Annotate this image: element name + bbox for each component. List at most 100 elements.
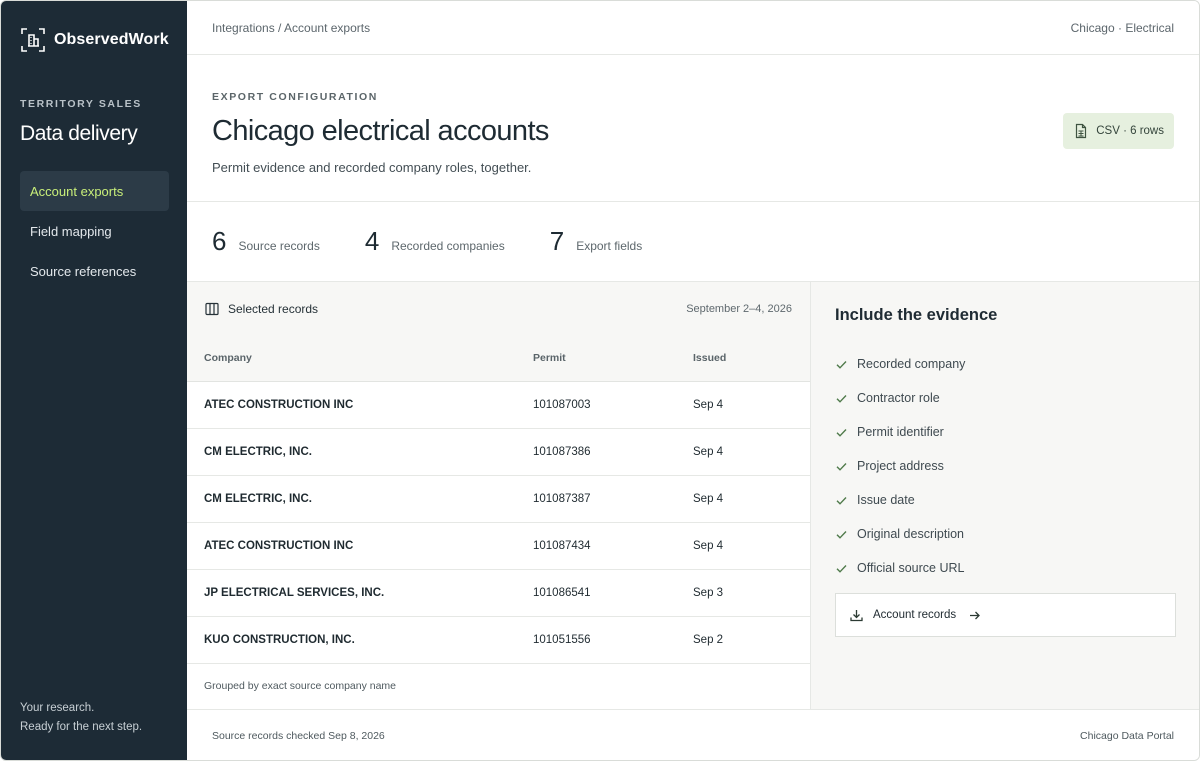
- evidence-item-label: Official source URL: [857, 561, 965, 575]
- source-checked-note: Source records checked Sep 8, 2026: [212, 730, 385, 742]
- evidence-item: Official source URL: [835, 551, 965, 585]
- records-header: Selected records September 2–4, 2026: [187, 282, 810, 335]
- footer-bar: Source records checked Sep 8, 2026 Chica…: [187, 710, 1199, 760]
- evidence-title: Include the evidence: [835, 306, 998, 324]
- sidebar-eyebrow: TERRITORY SALES: [20, 98, 142, 110]
- page-title: Chicago electrical accounts: [212, 115, 549, 147]
- app-window: ObservedWork TERRITORY SALES Data delive…: [0, 0, 1200, 761]
- stat-value: 4: [364, 226, 380, 256]
- evidence-item: Contractor role: [835, 381, 965, 415]
- check-icon: [836, 564, 847, 573]
- check-icon: [836, 394, 847, 403]
- sidebar: ObservedWork TERRITORY SALES Data delive…: [1, 1, 187, 760]
- csv-file-icon: [1076, 123, 1087, 139]
- cell-permit: 101087434: [533, 522, 693, 570]
- stat-recorded-companies: 4 Recorded companies: [365, 226, 505, 257]
- evidence-item: Recorded company: [835, 347, 965, 381]
- cell-permit: 101087387: [533, 475, 693, 523]
- table-row[interactable]: ATEC CONSTRUCTION INC 101087434 Sep 4: [187, 522, 810, 570]
- records-title: Selected records: [228, 301, 319, 316]
- evidence-panel: Include the evidence Recorded company Con…: [811, 282, 1199, 710]
- column-header-issued[interactable]: Issued: [693, 335, 810, 382]
- building-scan-icon: [21, 28, 45, 52]
- table-row[interactable]: CM ELECTRIC, INC. 101087387 Sep 4: [187, 475, 810, 523]
- records-table: Company Permit Issued ATEC CONSTRUCTION …: [187, 335, 810, 664]
- sidebar-nav: Account exports Field mapping Source ref…: [20, 171, 169, 291]
- evidence-item-label: Recorded company: [857, 357, 966, 371]
- sidebar-item-account-exports[interactable]: Account exports: [20, 171, 169, 211]
- evidence-item-label: Contractor role: [857, 391, 940, 405]
- cell-company: CM ELECTRIC, INC.: [187, 428, 533, 476]
- check-icon: [836, 462, 847, 471]
- arrow-right-icon: [970, 611, 981, 619]
- cell-permit: 101051556: [533, 616, 693, 664]
- evidence-item-label: Project address: [857, 459, 944, 473]
- page-header: EXPORT CONFIGURATION Chicago electrical …: [212, 91, 549, 175]
- cell-issued: Sep 4: [693, 381, 810, 429]
- sidebar-item-source-references[interactable]: Source references: [20, 251, 169, 291]
- selected-records-panel: Selected records September 2–4, 2026 Com…: [187, 282, 811, 710]
- cell-issued: Sep 4: [693, 428, 810, 476]
- column-header-company[interactable]: Company: [187, 335, 533, 382]
- stat-export-fields: 7 Export fields: [550, 226, 643, 257]
- breadcrumb[interactable]: Integrations / Account exports: [212, 21, 370, 35]
- columns-icon: [205, 302, 219, 315]
- sidebar-footer-line2: Ready for the next step.: [20, 721, 143, 733]
- page-subtitle: Permit evidence and recorded company rol…: [212, 160, 532, 175]
- evidence-item: Project address: [835, 449, 965, 483]
- evidence-item-label: Issue date: [857, 493, 915, 507]
- sidebar-title: Data delivery: [20, 122, 138, 145]
- cell-issued: Sep 4: [693, 475, 810, 523]
- cell-permit: 101087003: [533, 381, 693, 429]
- topbar: Integrations / Account exports Chicago ·…: [187, 1, 1199, 55]
- evidence-item: Original description: [835, 517, 965, 551]
- evidence-list: Recorded company Contractor role Permit id…: [835, 347, 965, 585]
- evidence-item-label: Original description: [857, 527, 964, 541]
- check-icon: [836, 428, 847, 437]
- sidebar-footer-line1: Your research.: [20, 702, 95, 714]
- main-content: Integrations / Account exports Chicago ·…: [187, 1, 1199, 760]
- evidence-item-label: Permit identifier: [857, 425, 944, 439]
- stat-source-records: 6 Source records: [212, 226, 320, 257]
- stats-bar: 6 Source records 4 Recorded companies 7 …: [187, 201, 1199, 282]
- brand-name: ObservedWork: [54, 31, 169, 48]
- data-source-label: Chicago Data Portal: [1080, 730, 1174, 742]
- evidence-item: Issue date: [835, 483, 965, 517]
- cell-company: CM ELECTRIC, INC.: [187, 475, 533, 523]
- cell-issued: Sep 4: [693, 522, 810, 570]
- page-eyebrow: EXPORT CONFIGURATION: [212, 91, 378, 103]
- sidebar-item-field-mapping[interactable]: Field mapping: [20, 211, 169, 251]
- stat-label: Source records: [238, 239, 320, 253]
- account-records-download-button[interactable]: Account records: [835, 593, 1176, 637]
- cell-permit: 101086541: [533, 569, 693, 617]
- table-row[interactable]: KUO CONSTRUCTION, INC. 101051556 Sep 2: [187, 616, 810, 664]
- check-icon: [836, 530, 847, 539]
- column-header-permit[interactable]: Permit: [533, 335, 693, 382]
- stat-label: Recorded companies: [391, 239, 505, 253]
- check-icon: [836, 496, 847, 505]
- table-row[interactable]: CM ELECTRIC, INC. 101087386 Sep 4: [187, 428, 810, 476]
- sidebar-footer: Your research. Ready for the next step.: [20, 699, 142, 737]
- evidence-item: Permit identifier: [835, 415, 965, 449]
- download-icon: [850, 609, 863, 621]
- brand[interactable]: ObservedWork: [20, 27, 169, 53]
- stat-value: 6: [212, 226, 227, 256]
- context-label: Chicago · Electrical: [1070, 20, 1174, 35]
- stat-value: 7: [549, 226, 565, 256]
- records-footer: Grouped by exact source company name: [204, 680, 397, 692]
- format-badge-label: CSV · 6 rows: [1096, 125, 1164, 137]
- table-row[interactable]: ATEC CONSTRUCTION INC 101087003 Sep 4: [187, 381, 810, 429]
- cell-issued: Sep 3: [693, 569, 810, 617]
- records-date-range: September 2–4, 2026: [686, 302, 792, 315]
- table-header-row: Company Permit Issued: [187, 335, 810, 382]
- cell-company: JP ELECTRICAL SERVICES, INC.: [187, 569, 533, 617]
- account-records-label: Account records: [873, 609, 957, 621]
- stat-label: Export fields: [576, 239, 643, 253]
- table-row[interactable]: JP ELECTRICAL SERVICES, INC. 101086541 Sep…: [187, 569, 810, 617]
- records-title-group: Selected records: [205, 302, 318, 316]
- cell-permit: 101087386: [533, 428, 693, 476]
- check-icon: [836, 360, 847, 369]
- cell-company: KUO CONSTRUCTION, INC.: [187, 616, 533, 664]
- cell-company: ATEC CONSTRUCTION INC: [187, 381, 533, 429]
- format-badge: CSV · 6 rows: [1063, 113, 1174, 149]
